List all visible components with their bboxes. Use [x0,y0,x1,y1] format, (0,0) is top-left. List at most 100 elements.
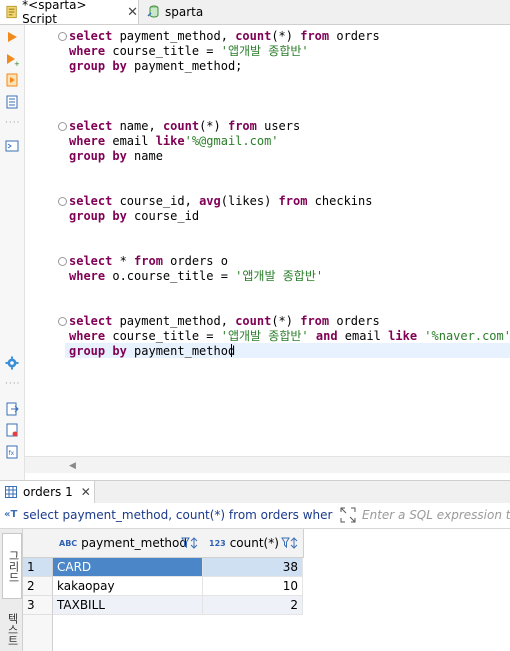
result-grid: ABC payment_method 123 count(*) 1 CARD 3… [23,529,510,651]
sql-keyword: from [278,194,308,208]
sql-keyword: select [69,29,113,43]
code-line[interactable]: group by payment_method [69,344,235,359]
execute-script-icon[interactable] [5,73,19,87]
tab-sparta-script[interactable]: *<sparta> Script ✕ [0,0,139,26]
number-type-icon: 123 [209,538,226,548]
tab-orders-results[interactable]: orders 1 ✕ [0,481,95,503]
sql-keyword: from [300,29,330,43]
code-line[interactable]: where email like'%@gmail.com' [69,134,279,149]
code-token: name [126,149,163,163]
close-icon[interactable]: ✕ [127,5,138,20]
sql-keyword: count [235,29,272,43]
result-view-switcher: 그리드 텍스트 [0,529,23,651]
code-line[interactable]: select name, count(*) from users [69,119,300,134]
row-number[interactable]: 1 [23,558,53,577]
column-header-label: payment_method [81,536,187,550]
table-cell[interactable]: kakaopay [53,577,203,596]
filter-sort-icon[interactable] [281,536,299,550]
fold-marker[interactable] [58,317,67,326]
text-view-label: 텍스트 [6,612,19,646]
sql-keyword: like [388,329,418,343]
grid-view-tab[interactable]: 그리드 [2,533,22,599]
code-token: users [256,119,301,133]
results-tab-label: orders 1 [23,485,73,499]
sql-editor[interactable] [25,25,510,455]
code-line[interactable]: where course_title = '앱개발 종합반' [69,44,309,59]
explain-plan-icon[interactable] [5,95,19,109]
table-cell[interactable]: TAXBILL [53,596,203,615]
code-token: course_id, [112,194,200,208]
code-line[interactable]: group by name [69,149,163,164]
sql-keyword: select [69,119,113,133]
sql-keyword: group by [69,209,127,223]
code-token: o.course_title = [105,269,236,283]
sql-keyword: from [227,119,257,133]
code-line[interactable]: group by payment_method; [69,59,242,74]
code-token: * [112,254,135,268]
sql-keyword: from [134,254,163,268]
scroll-left-arrow-icon[interactable]: ◀ [69,461,76,471]
string-type-icon: ABC [59,538,78,548]
svg-text:fx: fx [9,450,15,457]
settings-gear-icon[interactable] [5,356,19,370]
horizontal-scrollbar[interactable]: ◀ [25,456,510,473]
code-token: orders [329,314,380,328]
string-literal: '%naver.com' [424,329,510,343]
code-token: payment_method, [112,314,236,328]
sql-keyword: where [69,44,106,58]
column-header-payment-method[interactable]: ABC payment_method [53,529,204,558]
sql-keyword: group by [69,149,127,163]
sql-keyword: count [235,314,272,328]
format-sql-icon[interactable]: fx [5,445,19,459]
console-icon[interactable] [5,139,19,153]
code-token: orders o [162,254,228,268]
sql-expression-filter-input[interactable]: Enter a SQL expression to fi [362,508,510,522]
tab-label: sparta [165,5,204,19]
code-line[interactable]: select payment_method, count(*) from ord… [69,314,380,329]
sql-keyword: where [69,329,106,343]
sql-keyword: where [69,134,106,148]
code-token: course_id [126,209,200,223]
code-token: (*) [271,29,301,43]
code-line[interactable]: select course_id, avg(likes) from checki… [69,194,372,209]
expand-icon[interactable] [340,507,356,523]
export-icon[interactable] [5,402,19,416]
query-text: select payment_method, count(*) from ord… [23,508,333,522]
tab-label: *<sparta> Script [22,0,87,26]
code-token: orders [329,29,380,43]
column-header-count[interactable]: 123 count(*) [203,529,304,558]
fold-marker[interactable] [58,257,67,266]
filter-sort-icon[interactable] [181,536,199,550]
row-number[interactable]: 3 [23,596,53,615]
table-cell[interactable]: CARD [53,558,203,577]
open-file-icon[interactable] [5,423,19,437]
code-token: (likes) [220,194,279,208]
code-line[interactable]: group by course_id [69,209,199,224]
text-view-tab[interactable]: 텍스트 [2,607,20,651]
close-icon[interactable]: ✕ [81,485,91,499]
table-cell[interactable]: 2 [203,596,303,615]
column-header-label: count(*) [229,536,279,550]
fold-marker[interactable] [58,32,67,41]
execute-in-new-tab-icon[interactable]: + [5,52,19,66]
table-cell[interactable]: 10 [203,577,303,596]
results-tab-bar: orders 1 ✕ [0,480,510,504]
code-token: email [337,329,389,343]
code-token: email [105,134,156,148]
fold-marker[interactable] [58,197,67,206]
row-number-header [23,529,54,558]
code-line[interactable]: select * from orders o [69,254,228,269]
code-line[interactable]: where course_title = '앱개발 종합반' and email… [69,329,510,344]
sql-keyword: like [155,134,185,148]
row-number[interactable]: 2 [23,577,53,596]
fold-marker[interactable] [58,122,67,131]
tab-sparta[interactable]: sparta [142,0,203,24]
table-cell[interactable]: 38 [203,558,303,577]
code-token: course_title = [105,44,221,58]
sql-keyword: select [69,194,113,208]
code-line[interactable]: where o.course_title = '앱개발 종합반' [69,269,323,284]
code-line[interactable]: select payment_method, count(*) from ord… [69,29,380,44]
string-literal: '%@gmail.com' [184,134,279,148]
execute-statement-icon[interactable] [5,30,19,44]
